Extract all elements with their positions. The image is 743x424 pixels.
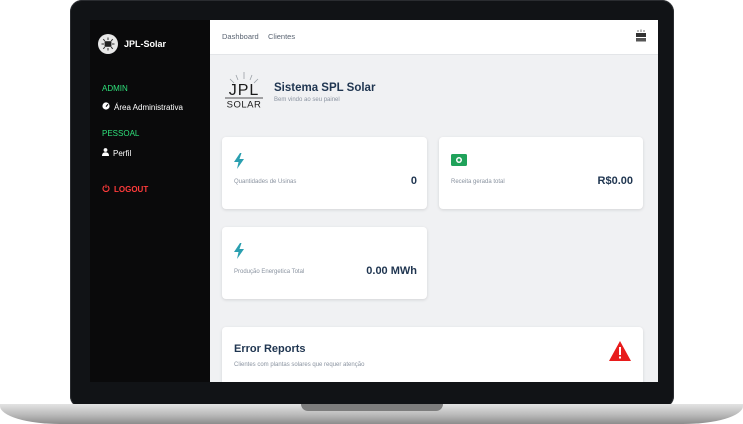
stat-label: Receita gerada total — [451, 179, 505, 185]
logout-button[interactable]: LOGOUT — [102, 184, 148, 194]
stat-value: 0.00 MWh — [366, 265, 417, 277]
stat-card-producao: Produção Energetica Total 0.00 MWh — [222, 227, 427, 299]
user-icon — [102, 148, 109, 158]
gauge-icon — [102, 102, 110, 112]
sidebar-item-label: Área Administrativa — [114, 102, 183, 112]
logout-label: LOGOUT — [114, 184, 149, 194]
page-subtitle: Bem vindo ao seu painel — [274, 97, 340, 103]
logo-text-top: JPL — [229, 82, 260, 99]
sidebar: JPL-Solar ADMIN Área Administrativa PESS… — [90, 20, 210, 382]
sidebar-item-label: Perfil — [113, 148, 132, 158]
logo-text-bottom: SOLAR — [227, 100, 262, 111]
stat-card-usinas: Quantidades de Usinas 0 — [222, 137, 427, 209]
brand-name: JPL-Solar — [124, 39, 167, 49]
page-header-text: Sistema SPL Solar Bem vindo ao seu paine… — [274, 82, 375, 103]
jpl-solar-logo-icon — [98, 34, 118, 54]
tab-dashboard[interactable]: Dashboard — [222, 32, 259, 41]
sidebar-item-area-administrativa[interactable]: Área Administrativa — [102, 102, 183, 112]
stat-value: 0 — [410, 175, 417, 187]
page-header: JPL SOLAR Sistema SPL Solar Bem vindo ao… — [222, 70, 375, 115]
stat-value: R$0.00 — [597, 175, 633, 187]
top-navbar: Dashboard Clientes — [210, 20, 658, 55]
section-heading-admin: ADMIN — [102, 84, 128, 93]
jpl-solar-logo-icon[interactable] — [634, 29, 648, 43]
stat-card-receita: Receita gerada total R$0.00 — [439, 137, 643, 209]
power-icon — [102, 184, 110, 194]
bolt-icon — [234, 153, 244, 174]
error-reports-subtitle: Clientes com plantas solares que requer … — [234, 362, 365, 368]
stat-label: Quantidades de Usinas — [234, 179, 297, 185]
sidebar-item-perfil[interactable]: Perfil — [102, 148, 131, 158]
error-reports-title: Error Reports — [234, 343, 306, 355]
bolt-icon — [234, 243, 244, 264]
stat-label: Produção Energetica Total — [234, 269, 305, 275]
app-screen: JPL-Solar ADMIN Área Administrativa PESS… — [90, 20, 658, 382]
laptop-base-notch — [301, 404, 443, 411]
warning-icon — [609, 341, 631, 366]
section-heading-pessoal: PESSOAL — [102, 129, 140, 138]
page-title: Sistema SPL Solar — [274, 82, 376, 94]
money-icon — [451, 153, 467, 171]
tab-clientes[interactable]: Clientes — [268, 32, 295, 41]
sidebar-brand[interactable]: JPL-Solar — [98, 34, 166, 54]
error-reports-card[interactable]: Error Reports Clientes com plantas solar… — [222, 327, 643, 382]
jpl-solar-logo: JPL SOLAR — [222, 70, 266, 115]
